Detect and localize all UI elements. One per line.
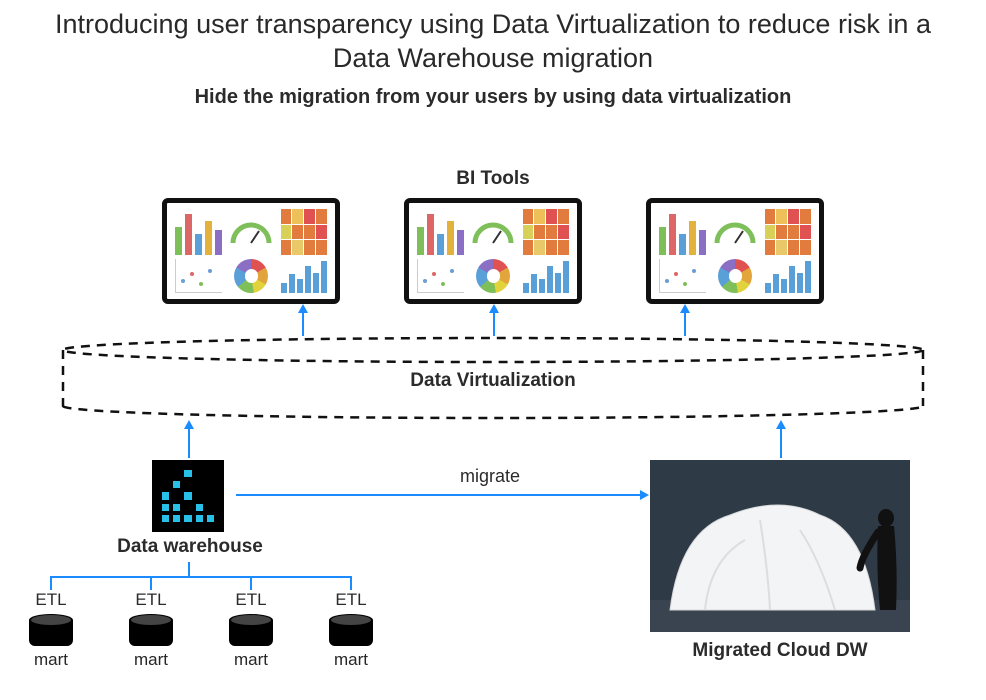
diagram-subtitle: Hide the migration from your users by us… — [0, 86, 986, 109]
database-cylinder-icon — [129, 614, 173, 646]
etl-label: ETL — [16, 590, 86, 610]
etl-mart-column: ETL mart — [116, 590, 186, 670]
mart-label: mart — [316, 650, 386, 670]
etl-label: ETL — [216, 590, 286, 610]
covered-car-photo-icon — [650, 460, 910, 632]
bi-tools-label: BI Tools — [0, 168, 986, 190]
arrow-up-icon — [302, 312, 304, 336]
etl-mart-column: ETL mart — [316, 590, 386, 670]
arrow-up-icon — [684, 312, 686, 336]
migrated-cloud-dw-label: Migrated Cloud DW — [650, 640, 910, 662]
etl-mart-column: ETL mart — [216, 590, 286, 670]
mart-label: mart — [116, 650, 186, 670]
migrate-label: migrate — [420, 466, 560, 487]
etl-label: ETL — [316, 590, 386, 610]
bi-tools-row — [0, 198, 986, 304]
bi-dashboard-icon — [646, 198, 824, 304]
bi-dashboard-icon — [404, 198, 582, 304]
etl-mart-column: ETL mart — [16, 590, 86, 670]
diagram-title: Introducing user transparency using Data… — [0, 0, 986, 76]
database-cylinder-icon — [329, 614, 373, 646]
data-virtualization-label: Data Virtualization — [0, 370, 986, 392]
mart-label: mart — [16, 650, 86, 670]
mart-label: mart — [216, 650, 286, 670]
database-cylinder-icon — [229, 614, 273, 646]
migrate-arrow-icon — [236, 494, 640, 496]
arrow-up-icon — [493, 312, 495, 336]
database-cylinder-icon — [29, 614, 73, 646]
data-warehouse-label: Data warehouse — [90, 536, 290, 558]
etl-label: ETL — [116, 590, 186, 610]
data-warehouse-icon — [152, 460, 224, 532]
arrow-up-icon — [188, 428, 190, 458]
arrow-up-icon — [780, 428, 782, 458]
etl-mart-tree: ETL mart ETL mart ETL mart ETL mart — [30, 562, 430, 692]
bi-dashboard-icon — [162, 198, 340, 304]
